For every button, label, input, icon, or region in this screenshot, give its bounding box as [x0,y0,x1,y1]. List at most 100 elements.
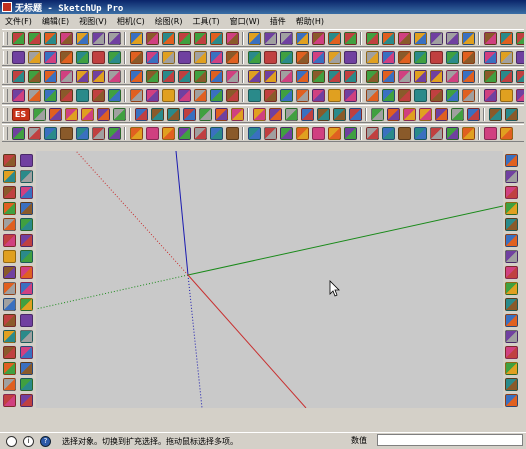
toolbar-tool-icon[interactable] [311,88,325,102]
drawing-tool-icon[interactable] [20,265,33,279]
toolbar-tool-icon[interactable] [311,69,325,83]
toolbar-grip[interactable] [3,107,8,121]
toolbar-tool-icon[interactable] [247,88,261,102]
toolbar-tool-icon[interactable] [295,88,309,102]
drawing-tool-icon[interactable] [3,297,16,311]
toolbar-tool-icon[interactable] [365,69,379,83]
drawing-tool-icon[interactable] [3,265,16,279]
toolbar-tool-icon[interactable] [499,126,513,140]
toolbar-tool-icon[interactable] [225,126,239,140]
toolbar-tool-icon[interactable] [381,31,395,45]
toolbar-tool-icon[interactable] [80,107,94,121]
toolbar-tool-icon[interactable] [397,31,411,45]
toolbar-tool-icon[interactable] [225,88,239,102]
toolbar-tool-icon[interactable] [43,126,57,140]
toolbar-tool-icon[interactable] [300,107,314,121]
toolbar-tool-icon[interactable] [64,107,78,121]
toolbar-tool-icon[interactable] [43,50,57,64]
toolbar-tool-icon[interactable] [225,50,239,64]
drawing-tool-icon[interactable] [20,313,33,327]
toolbar-tool-icon[interactable] [59,126,73,140]
drawing-tool-icon[interactable] [20,169,33,183]
toolbar-tool-icon[interactable] [504,107,518,121]
toolbar-tool-icon[interactable] [161,31,175,45]
toolbar-tool-icon[interactable] [515,69,524,83]
toolbar-tool-icon[interactable] [499,50,513,64]
toolbar-grip[interactable] [3,50,8,64]
toolbar-tool-icon[interactable] [91,126,105,140]
toolbar-tool-icon[interactable] [402,107,416,121]
toolbar-tool-icon[interactable] [327,88,341,102]
toolbar-tool-icon[interactable] [295,69,309,83]
drawing-tool-icon[interactable] [20,281,33,295]
toolbar-tool-icon[interactable] [418,107,432,121]
toolbar-tool-icon[interactable] [107,50,121,64]
toolbar-tool-icon[interactable] [193,126,207,140]
credits-icon[interactable]: i [23,435,34,447]
toolbar-tool-icon[interactable] [295,31,309,45]
drawing-tool-icon[interactable] [20,345,33,359]
toolbar-tool-icon[interactable] [75,69,89,83]
toolbar-tool-icon[interactable] [445,31,459,45]
toolbar-tool-icon[interactable] [59,31,73,45]
toolbar-tool-icon[interactable] [32,107,46,121]
toolbar-tool-icon[interactable] [129,88,143,102]
menu-item-7[interactable]: 插件 [265,16,291,27]
toolbar-tool-icon[interactable] [177,31,191,45]
toolbar-tool-icon[interactable] [145,88,159,102]
toolbar-tool-icon[interactable] [311,126,325,140]
toolbar-tool-icon[interactable] [284,107,298,121]
menu-item-5[interactable]: 工具(T) [188,16,225,27]
drawing-tool-icon[interactable] [20,249,33,263]
toolbar-tool-icon[interactable] [365,31,379,45]
toolbar-tool-icon[interactable] [209,50,223,64]
toolbar-tool-icon[interactable] [429,126,443,140]
toolbar-tool-icon[interactable] [365,126,379,140]
toolbar-tool-icon[interactable] [365,50,379,64]
toolbar-tool-icon[interactable] [225,31,239,45]
toolbar-tool-icon[interactable] [279,50,293,64]
toolbar-tool-icon[interactable] [515,50,524,64]
toolbar-tool-icon[interactable] [247,50,261,64]
toolbar-tool-icon[interactable] [129,126,143,140]
toolbar-tool-icon[interactable] [177,69,191,83]
toolbar-tool-icon[interactable] [450,107,464,121]
toolbar-tool-icon[interactable] [381,126,395,140]
toolbar-tool-icon[interactable] [343,50,357,64]
toolbar-tool-icon[interactable] [343,126,357,140]
toolbar-tool-icon[interactable] [75,126,89,140]
toolbar-tool-icon[interactable] [461,126,475,140]
toolbar-tool-icon[interactable] [150,107,164,121]
toolbar-tool-icon[interactable] [381,69,395,83]
view-tool-icon[interactable] [505,345,518,359]
toolbar-tool-icon[interactable] [483,88,497,102]
toolbar-tool-icon[interactable] [11,31,25,45]
toolbar-tool-icon[interactable] [27,31,41,45]
toolbar-tool-icon[interactable] [11,69,25,83]
toolbar-tool-icon[interactable] [434,107,448,121]
drawing-tool-icon[interactable] [20,377,33,391]
drawing-tool-icon[interactable] [3,233,16,247]
toolbar-tool-icon[interactable] [193,50,207,64]
model-viewport[interactable] [36,151,503,408]
toolbar-tool-icon[interactable] [445,50,459,64]
toolbar-tool-icon[interactable] [11,126,25,140]
toolbar-tool-icon[interactable] [193,88,207,102]
toolbar-tool-icon[interactable] [445,69,459,83]
toolbar-tool-icon[interactable] [311,50,325,64]
toolbar-tool-icon[interactable] [193,69,207,83]
toolbar-tool-icon[interactable] [445,126,459,140]
toolbar-tool-icon[interactable] [413,31,427,45]
toolbar-tool-icon[interactable] [461,69,475,83]
toolbar-tool-icon[interactable] [483,69,497,83]
toolbar-tool-icon[interactable] [75,50,89,64]
toolbar-tool-icon[interactable] [129,69,143,83]
toolbar-tool-icon[interactable] [166,107,180,121]
toolbar-tool-icon[interactable] [91,88,105,102]
extension-store-button[interactable]: ES [11,107,30,121]
toolbar-tool-icon[interactable] [483,126,497,140]
menu-item-6[interactable]: 窗口(W) [225,16,265,27]
toolbar-tool-icon[interactable] [230,107,244,121]
view-tool-icon[interactable] [505,281,518,295]
toolbar-tool-icon[interactable] [279,126,293,140]
